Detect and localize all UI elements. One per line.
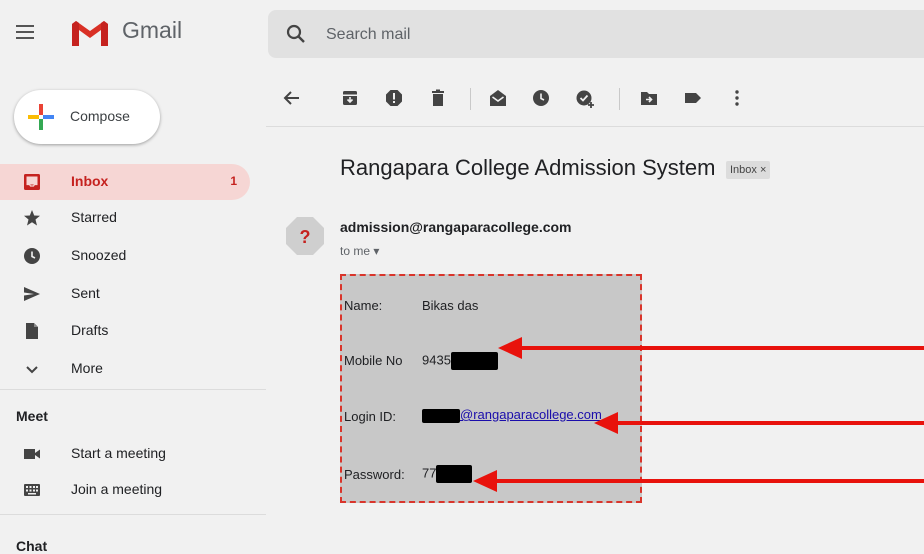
clock-icon — [24, 248, 40, 264]
sidebar-item-start-meeting[interactable]: Start a meeting — [0, 436, 250, 472]
sidebar-divider — [0, 514, 266, 515]
meet-section-title: Meet — [16, 408, 48, 424]
recipient-details-toggle[interactable]: to me ▾ — [340, 244, 379, 258]
field-value-name: Bikas das — [422, 298, 479, 313]
add-to-tasks-icon[interactable] — [575, 88, 595, 108]
plus-icon — [28, 104, 54, 130]
mobile-prefix: 9435 — [422, 352, 451, 368]
redaction-block — [422, 408, 460, 423]
inbox-label-chip[interactable]: Inbox × — [726, 161, 771, 179]
move-to-icon[interactable] — [639, 88, 659, 108]
label-icon[interactable] — [683, 88, 703, 108]
sender-email[interactable]: admission@rangaparacollege.com — [340, 219, 572, 235]
field-label-password: Password: — [344, 467, 405, 482]
chat-section-title: Chat — [16, 538, 48, 554]
sidebar-item-label: Join a meeting — [71, 481, 163, 497]
sidebar-item-label: Start a meeting — [71, 445, 166, 461]
login-email-link[interactable]: @rangaparacollege.com — [460, 407, 602, 422]
gmail-logo[interactable] — [70, 18, 110, 48]
compose-label: Compose — [70, 108, 130, 124]
password-prefix: 77 — [422, 465, 437, 481]
field-value-mobile: 9435 — [422, 352, 498, 370]
more-vert-icon[interactable] — [727, 88, 747, 108]
mark-unread-icon[interactable] — [488, 88, 508, 108]
keyboard-icon — [24, 484, 40, 496]
svg-text:?: ? — [300, 227, 311, 247]
redaction-block — [436, 465, 473, 483]
field-label-name: Name: — [344, 298, 383, 313]
archive-icon[interactable] — [340, 88, 360, 108]
toolbar-separator — [619, 88, 620, 110]
toolbar-divider — [266, 126, 924, 127]
sidebar-item-sent[interactable]: Sent — [0, 276, 250, 312]
report-spam-icon[interactable] — [384, 88, 404, 108]
top-bar: Gmail — [0, 0, 924, 66]
toolbar-separator — [470, 88, 471, 110]
unread-count: 1 — [230, 174, 237, 188]
search-bar[interactable] — [268, 10, 924, 58]
annotation-arrow — [594, 412, 924, 434]
chevron-down-icon — [26, 366, 38, 374]
sidebar-item-label: Inbox — [71, 173, 109, 189]
sidebar-item-drafts[interactable]: Drafts — [0, 313, 250, 349]
sidebar-item-label: More — [71, 360, 103, 376]
star-icon — [24, 210, 40, 226]
sidebar-item-label: Drafts — [71, 322, 109, 338]
field-value-password: 77 — [422, 465, 473, 483]
app-name: Gmail — [122, 17, 183, 43]
inbox-icon — [24, 174, 40, 190]
snooze-icon[interactable] — [531, 88, 551, 108]
main-menu-icon[interactable] — [16, 25, 34, 39]
send-icon — [24, 287, 40, 301]
back-arrow-icon[interactable] — [282, 88, 302, 108]
compose-button[interactable]: Compose — [14, 90, 160, 144]
field-label-mobile: Mobile No — [344, 353, 403, 368]
sidebar-item-label: Starred — [71, 209, 117, 225]
redaction-block — [450, 352, 498, 370]
sidebar-divider — [0, 389, 266, 390]
sidebar-item-label: Snoozed — [71, 247, 127, 263]
sender-avatar: ? — [286, 217, 324, 255]
search-input[interactable] — [324, 22, 888, 48]
draft-icon — [26, 323, 38, 339]
sidebar-item-starred[interactable]: Starred — [0, 200, 250, 236]
sidebar-item-snoozed[interactable]: Snoozed — [0, 238, 250, 274]
field-label-login: Login ID: — [344, 409, 397, 424]
sidebar-item-more[interactable]: More — [0, 351, 250, 387]
video-icon — [24, 449, 40, 459]
sidebar-item-label: Sent — [71, 285, 100, 301]
email-body: Name: Bikas das Mobile No 9435 Login ID:… — [340, 274, 642, 503]
field-value-login[interactable]: @rangaparacollege.com — [422, 407, 602, 423]
sidebar-item-inbox[interactable]: Inbox 1 — [0, 164, 250, 200]
email-subject: Rangapara College Admission System — [340, 155, 716, 180]
sidebar-item-join-meeting[interactable]: Join a meeting — [0, 472, 250, 508]
search-icon[interactable] — [286, 24, 306, 44]
delete-icon[interactable] — [428, 88, 448, 108]
